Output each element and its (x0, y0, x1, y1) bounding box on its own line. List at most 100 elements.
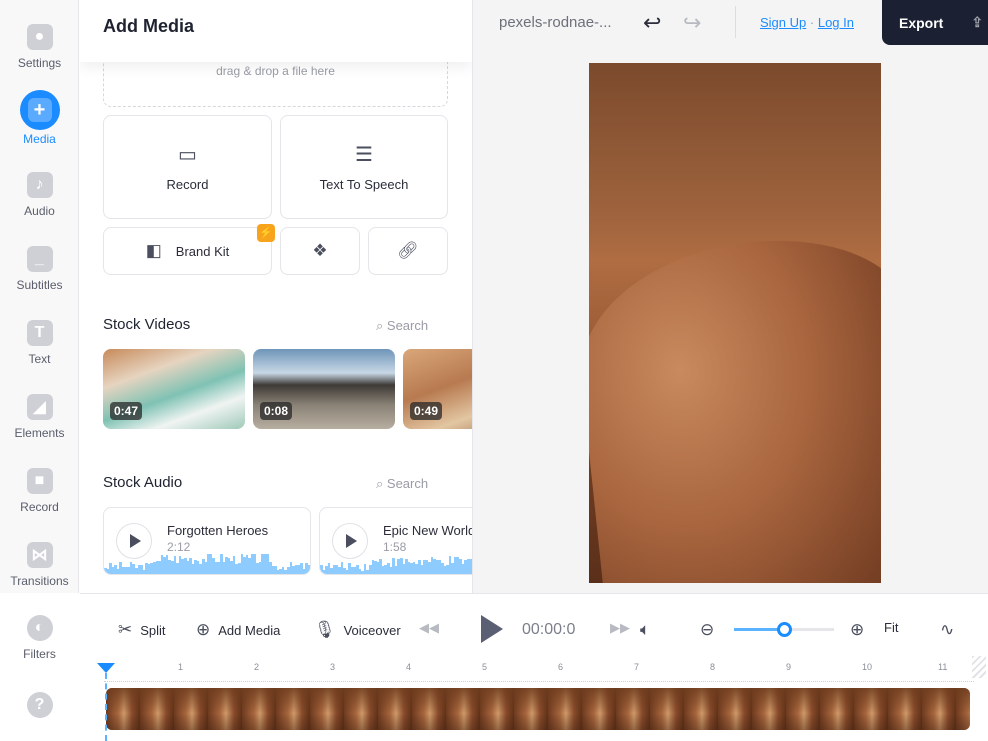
separator: · (809, 15, 815, 30)
rock-image (589, 226, 881, 583)
slider-knob[interactable] (777, 622, 792, 637)
waveform (104, 552, 310, 574)
video-track-clip[interactable] (106, 688, 970, 730)
search-icon: ⌕ (376, 476, 384, 491)
ruler-tick: 5 (482, 662, 488, 672)
zoom-slider[interactable] (734, 622, 834, 637)
scissors-icon: ✂ (118, 620, 133, 639)
video-camera-icon: ▭ (178, 144, 197, 166)
sidebar-item-media[interactable]: + Media (0, 90, 79, 146)
sidebar-item-audio[interactable]: ♪ Audio (0, 172, 79, 218)
sidebar-item-text[interactable]: T Text (0, 320, 79, 366)
panel-header: Add Media (80, 0, 472, 62)
video-duration: 0:47 (110, 402, 143, 420)
timeline-end (972, 656, 986, 678)
add-media-label: Add Media (218, 622, 281, 638)
ruler-tick: 2 (254, 662, 260, 672)
project-filename[interactable]: pexels-rodnae-... (499, 14, 612, 31)
export-button[interactable]: Export ⇪ (882, 0, 988, 45)
video-preview[interactable] (589, 63, 881, 583)
zoom-in-button[interactable]: ⊕ (850, 620, 864, 640)
stock-video-thumb[interactable]: 0:49 (403, 349, 472, 429)
sidebar-item-elements[interactable]: ◢ Elements (0, 394, 79, 440)
plus-circle-icon: ⊕ (196, 620, 211, 639)
fit-button[interactable]: Fit (884, 620, 898, 635)
video-duration: 0:49 (410, 402, 443, 420)
sidebar-item-label: Filters (23, 647, 56, 661)
help-icon: ? (26, 692, 53, 718)
stock-videos-search[interactable]: ⌕ Search (376, 318, 428, 334)
audio-item[interactable]: Forgotten Heroes 2:12 (103, 507, 311, 575)
current-time: 00:00:0 (522, 621, 576, 638)
sidebar-item-label: Elements (14, 426, 65, 440)
brand-kit-button[interactable]: ◧ Brand Kit (103, 227, 272, 275)
timeline-ruler[interactable]: 1 2 3 4 5 6 7 8 9 10 11 (104, 662, 974, 682)
subtitles-icon: _ (26, 246, 53, 272)
link-button[interactable]: 🔗︎ (368, 227, 448, 275)
add-media-panel: Add Media drag & drop a file here ▭ Recor… (80, 0, 473, 593)
panel-title: Add Media (103, 16, 195, 36)
ruler-tick: 10 (862, 662, 873, 672)
auth-links: Sign Up · Log In (760, 15, 854, 30)
sidebar-item-subtitles[interactable]: _ Subtitles (0, 246, 79, 292)
stock-audio-title: Stock Audio (103, 474, 183, 491)
zoom-out-button[interactable]: ⊖ (700, 620, 714, 640)
filters-icon: ◐ (26, 615, 53, 641)
waveform-button[interactable]: ∿ (940, 620, 954, 640)
volume-button[interactable]: 🔈︎ (640, 620, 650, 640)
brand-kit-label: Brand Kit (175, 243, 230, 259)
log-in-link[interactable]: Log In (818, 15, 854, 30)
sidebar-item-label: Text (28, 352, 51, 366)
camera-icon: ■ (26, 468, 53, 494)
elements-icon: ◢ (26, 394, 53, 420)
text-to-speech-button[interactable]: ☰ Text To Speech (280, 115, 448, 219)
zoom-in-icon: ⊕ (850, 620, 865, 639)
sidebar-item-label: Subtitles (16, 278, 63, 292)
split-label: Split (140, 622, 166, 638)
fast-forward-button[interactable]: ▶▶ (610, 620, 630, 636)
ruler-tick: 6 (558, 662, 564, 672)
sidebar: ● Settings + Media ♪ Audio _ Subtitles T Text… (0, 0, 79, 593)
sidebar-item-label: Settings (17, 56, 62, 70)
audio-item[interactable]: Epic New World 1:58 (319, 507, 472, 575)
search-icon: ⌕ (376, 318, 384, 333)
playhead-handle[interactable] (97, 663, 115, 673)
record-label: Record (166, 177, 209, 192)
redo-icon[interactable]: ↪ (683, 10, 701, 36)
rewind-icon: ◀◀ (419, 620, 439, 635)
brand-kit-icon: ◧ (145, 241, 162, 260)
transitions-icon: ⋈ (26, 542, 53, 568)
playhead-line (105, 673, 107, 741)
sidebar-item-filters[interactable]: ◐ Filters (0, 615, 79, 661)
sign-up-link[interactable]: Sign Up (760, 15, 806, 30)
ruler-tick: 1 (178, 662, 184, 672)
sidebar-item-record[interactable]: ■ Record (0, 468, 79, 514)
sidebar-item-label: Audio (24, 204, 55, 218)
waveform (320, 552, 472, 574)
undo-icon[interactable]: ↩ (643, 10, 661, 36)
fit-label: Fit (884, 620, 899, 635)
help-button[interactable]: ? (0, 692, 79, 724)
record-button[interactable]: ▭ Record (103, 115, 272, 219)
sidebar-item-label: Media (23, 132, 56, 146)
plus-icon: + (19, 90, 60, 130)
gear-icon: ● (26, 24, 53, 50)
dropbox-icon: ❖ (312, 241, 328, 260)
stock-video-thumb[interactable]: 0:08 (253, 349, 395, 429)
add-media-button[interactable]: ⊕ Add Media (196, 620, 280, 640)
stock-audio-search[interactable]: ⌕ Search (376, 476, 428, 492)
dropbox-button[interactable]: ❖ (280, 227, 360, 275)
stock-video-thumb[interactable]: 0:47 (103, 349, 245, 429)
upload-icon: ⇪ (971, 14, 984, 30)
sidebar-item-transitions[interactable]: ⋈ Transitions (0, 542, 79, 588)
rewind-button[interactable]: ◀◀ (419, 620, 439, 636)
microphone-icon: 🎙︎ (314, 620, 336, 639)
play-icon (130, 534, 141, 548)
split-button[interactable]: ✂ Split (118, 620, 166, 640)
music-note-icon: ♪ (26, 172, 53, 198)
preview-area: pexels-rodnae-... ↩ ↪ Sign Up · Log In E… (473, 0, 988, 593)
tts-label: Text To Speech (319, 177, 409, 192)
voiceover-button[interactable]: 🎙︎ Voiceover (314, 620, 401, 640)
sidebar-item-settings[interactable]: ● Settings (0, 24, 79, 70)
play-button[interactable] (481, 615, 503, 643)
